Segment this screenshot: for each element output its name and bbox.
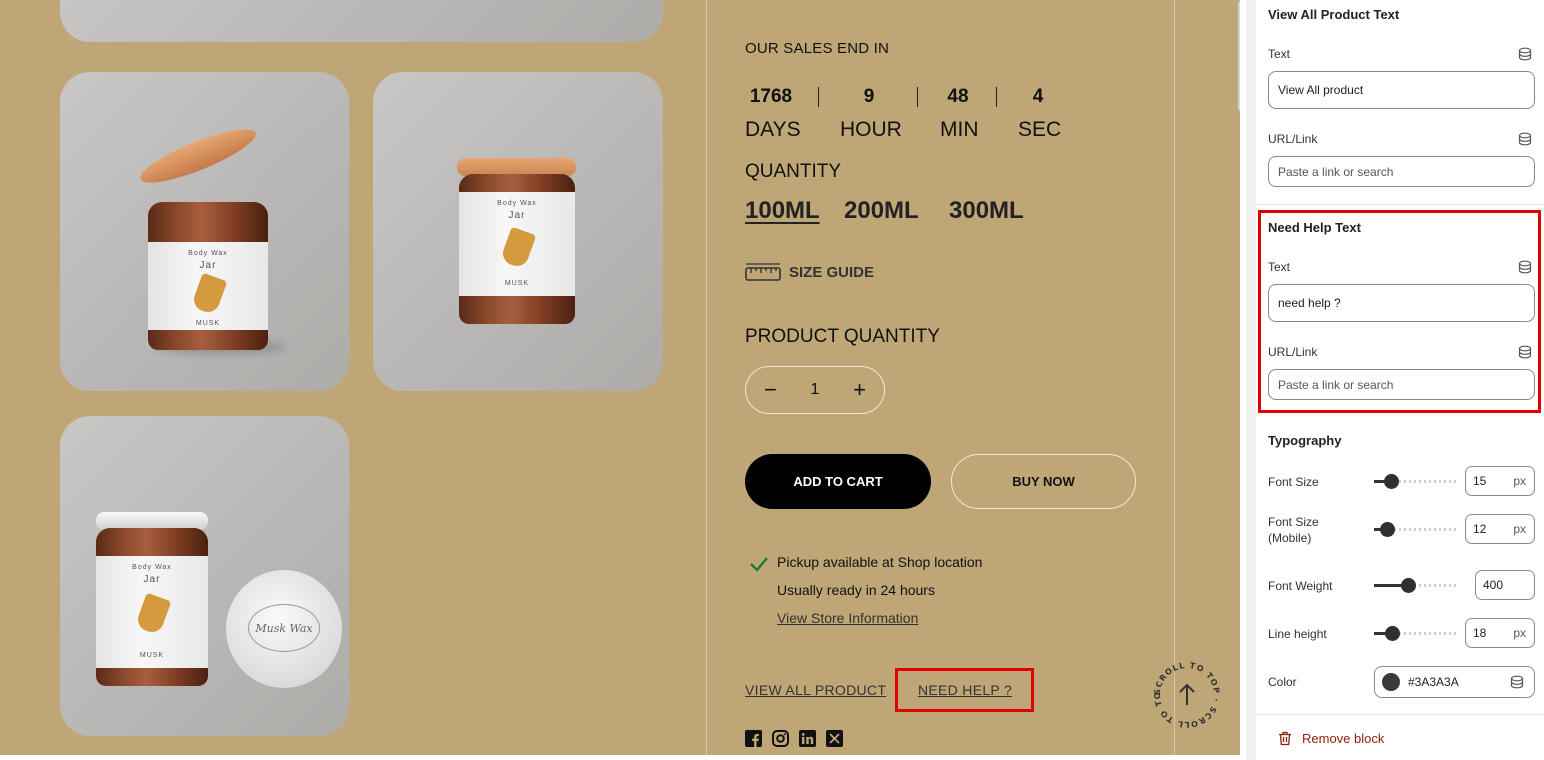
countdown-min-value: 48 (947, 86, 969, 107)
product-image-jar-with-lid[interactable]: Body Wax Jar MUSK Musk Wax (60, 416, 349, 736)
size-option-100ml[interactable]: 100ML (745, 197, 820, 225)
jar-lid (135, 119, 261, 193)
quantity-value[interactable]: 1 (811, 381, 820, 399)
preview-scrollbar[interactable] (1238, 0, 1240, 112)
color-value[interactable]: #3A3A3A (1408, 675, 1459, 689)
panel-gutter (1246, 0, 1256, 760)
font-size-mobile-row: Font Size (Mobile) 12 px (1268, 514, 1538, 545)
view-all-text-label: Text (1268, 47, 1291, 61)
view-all-product-link[interactable]: VIEW ALL PRODUCT (745, 682, 886, 698)
countdown-sec-label: SEC (1018, 118, 1062, 141)
size-guide-label: SIZE GUIDE (789, 263, 875, 281)
font-weight-slider[interactable] (1374, 578, 1458, 593)
need-help-url-label: URL/Link (1268, 345, 1318, 359)
font-weight-input[interactable]: 400 (1475, 570, 1535, 600)
dynamic-source-icon[interactable] (1518, 345, 1532, 359)
quantity-title: QUANTITY (745, 161, 842, 182)
jar-illustration: Body Wax Jar MUSK (459, 174, 575, 324)
countdown-days-label: DAYS (745, 118, 801, 141)
trash-icon (1279, 731, 1291, 746)
section-divider (1256, 714, 1544, 715)
checkmark-icon (750, 557, 768, 572)
countdown-separator (818, 87, 819, 107)
buy-now-button[interactable]: BUY NOW (951, 454, 1136, 509)
social-icons (745, 730, 843, 747)
font-weight-label: Font Weight (1268, 579, 1333, 593)
view-all-text-input[interactable]: View All product (1268, 71, 1535, 109)
block-settings-panel: View All Product Text Text View All prod… (1256, 0, 1544, 760)
product-image-top[interactable] (60, 0, 663, 42)
dynamic-source-icon[interactable] (1510, 675, 1524, 689)
view-all-url-label: URL/Link (1268, 132, 1318, 146)
sales-end-title: OUR SALES END IN (745, 40, 890, 57)
section-divider (1256, 204, 1544, 205)
countdown-days-value: 1768 (749, 86, 793, 107)
need-help-section-title: Need Help Text (1268, 220, 1361, 235)
quantity-plus-button[interactable]: + (853, 377, 866, 403)
font-size-mobile-label: Font Size (Mobile) (1268, 515, 1319, 545)
color-picker[interactable]: #3A3A3A (1374, 666, 1535, 698)
quantity-minus-button[interactable]: − (764, 377, 777, 403)
countdown-separator (996, 87, 997, 107)
line-height-slider[interactable] (1374, 626, 1458, 641)
line-height-row: Line height 18 px (1268, 618, 1538, 648)
wax-lid-disc: Musk Wax (226, 570, 342, 688)
color-swatch[interactable] (1382, 673, 1400, 691)
jar-illustration: Body Wax Jar MUSK (96, 528, 208, 686)
line-height-input[interactable]: 18 px (1465, 618, 1535, 648)
line-height-label: Line height (1268, 627, 1327, 641)
countdown-sec-value: 4 (1032, 86, 1044, 107)
font-size-label: Font Size (1268, 475, 1319, 489)
size-option-200ml[interactable]: 200ML (844, 197, 919, 225)
need-help-link[interactable]: NEED HELP ? (918, 682, 1012, 698)
scroll-to-top-button[interactable]: SCROLL TO TOP · SCROLL TO TOP · (1149, 653, 1222, 730)
need-help-url-input[interactable]: Paste a link or search (1268, 369, 1535, 400)
countdown-min-label: MIN (940, 118, 979, 141)
jar-illustration: Body Wax Jar MUSK (148, 202, 268, 350)
remove-block-button[interactable]: Remove block (1278, 731, 1384, 746)
font-size-input[interactable]: 15 px (1465, 466, 1535, 496)
view-store-information-link[interactable]: View Store Information (777, 610, 918, 626)
theme-preview: Body Wax Jar MUSK Body Wax Jar MUSK Body… (0, 0, 1240, 755)
ruler-icon (745, 263, 781, 281)
dynamic-source-icon[interactable] (1518, 260, 1532, 274)
countdown-hours-value: 9 (863, 86, 875, 107)
size-option-300ml[interactable]: 300ML (949, 197, 1024, 225)
font-size-row: Font Size 15 px (1268, 466, 1538, 496)
dynamic-source-icon[interactable] (1518, 47, 1532, 61)
countdown-hour-label: HOUR (840, 118, 902, 141)
need-help-text-input[interactable]: need help ? (1268, 284, 1535, 322)
facebook-icon[interactable] (745, 730, 762, 747)
font-size-slider[interactable] (1374, 474, 1458, 489)
font-size-mobile-slider[interactable] (1374, 522, 1458, 537)
pickup-line-2: Usually ready in 24 hours (777, 582, 935, 598)
product-quantity-title: PRODUCT QUANTITY (745, 326, 940, 347)
size-guide-link[interactable]: SIZE GUIDE (745, 262, 874, 282)
pickup-line-1: Pickup available at Shop location (777, 554, 983, 570)
countdown-separator (917, 87, 918, 107)
font-size-mobile-input[interactable]: 12 px (1465, 514, 1535, 544)
dynamic-source-icon[interactable] (1518, 132, 1532, 146)
typography-title: Typography (1268, 433, 1342, 448)
linkedin-icon[interactable] (799, 730, 816, 747)
remove-block-label: Remove block (1302, 731, 1385, 746)
column-divider (1174, 0, 1175, 755)
column-divider (706, 0, 707, 755)
product-image-closed-jar[interactable]: Body Wax Jar MUSK (373, 72, 663, 391)
instagram-icon[interactable] (772, 730, 789, 747)
quantity-stepper: − 1 + (745, 366, 885, 414)
add-to-cart-button[interactable]: ADD TO CART (745, 454, 931, 509)
color-label: Color (1268, 675, 1297, 689)
view-all-section-title: View All Product Text (1268, 7, 1400, 22)
x-icon[interactable] (826, 730, 843, 747)
product-image-open-jar[interactable]: Body Wax Jar MUSK (60, 72, 349, 391)
font-weight-row: Font Weight 400 (1268, 570, 1538, 600)
need-help-text-label: Text (1268, 260, 1291, 274)
view-all-url-input[interactable]: Paste a link or search (1268, 156, 1535, 187)
